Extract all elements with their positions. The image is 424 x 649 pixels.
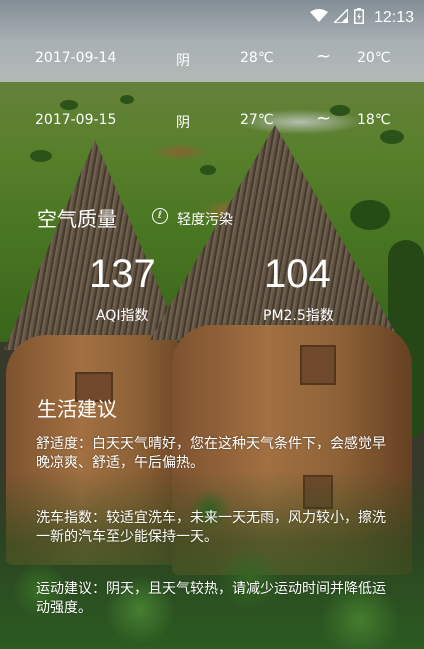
background-image xyxy=(0,0,424,649)
pm25-value: 104 xyxy=(264,252,331,296)
life-suggestion-title: 生活建议 xyxy=(37,397,117,421)
forecast-row: 2017-09-15 阴 27℃ ~ 18℃ xyxy=(0,108,424,136)
forecast-low-temp: 20℃ xyxy=(357,50,391,66)
pm25-label: PM2.5指数 xyxy=(263,308,334,324)
forecast-date: 2017-09-15 xyxy=(35,112,117,128)
aqi-value: 137 xyxy=(89,252,156,296)
aqi-label: AQI指数 xyxy=(96,308,149,324)
forecast-separator: ~ xyxy=(316,46,332,67)
carwash-suggestion: 洗车指数：较适宜洗车，未来一天无雨，风力较小，擦洗一新的汽车至少能保持一天。 xyxy=(36,510,386,545)
air-level-icon: ℓ xyxy=(152,208,168,224)
air-quality-level: 轻度污染 xyxy=(177,212,233,228)
forecast-condition: 阴 xyxy=(176,115,190,131)
forecast-separator: ~ xyxy=(316,108,332,129)
forecast-condition: 阴 xyxy=(176,53,190,69)
comfort-suggestion: 舒适度：白天天气晴好，您在这种天气条件下，会感觉早晚凉爽、舒适，午后偏热。 xyxy=(36,436,386,471)
wifi-icon xyxy=(309,8,328,28)
forecast-low-temp: 18℃ xyxy=(357,112,391,128)
sport-suggestion: 运动建议：阴天，且天气较热，请减少运动时间并降低运动强度。 xyxy=(36,581,386,616)
forecast-high-temp: 28℃ xyxy=(240,50,274,66)
forecast-date: 2017-09-14 xyxy=(35,50,117,66)
forecast-row: 2017-09-14 阴 28℃ ~ 20℃ xyxy=(0,46,424,74)
signal-icon xyxy=(332,6,349,28)
forecast-high-temp: 27℃ xyxy=(240,112,274,128)
status-time: 12:13 xyxy=(373,9,414,26)
battery-icon xyxy=(353,7,364,29)
air-quality-title: 空气质量 xyxy=(37,207,117,231)
status-bar: 12:13 xyxy=(0,0,424,36)
